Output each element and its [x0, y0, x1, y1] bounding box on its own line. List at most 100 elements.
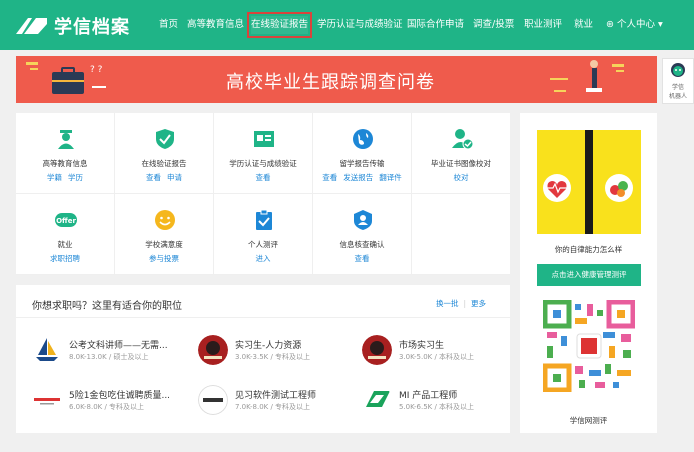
job-card[interactable]: 实习生-人力资源 3.0K-3.5K / 专科及以上	[198, 335, 362, 369]
service-link[interactable]: 学籍	[47, 173, 62, 182]
job-meta: 7.0K-8.0K / 专科及以上	[235, 403, 311, 411]
service-link[interactable]: 发送报告	[343, 173, 373, 182]
svg-text:? ?: ? ?	[90, 65, 103, 75]
job-meta: 8.0K-13.0K / 硕士及以上	[69, 353, 149, 361]
nav-degree-certification[interactable]: 学历认证与成绩验证	[317, 16, 403, 34]
nav-employment[interactable]: 就业	[574, 16, 593, 34]
chevron-down-icon: ▾	[658, 19, 663, 30]
globe-icon	[353, 129, 373, 149]
nav-online-verification-report[interactable]: 在线验证报告	[246, 12, 313, 38]
job-title: 见习软件测试工程师	[235, 391, 317, 401]
service-link[interactable]: 翻译件	[379, 173, 402, 182]
health-assessment-button[interactable]: 点击进入健康管理测评	[537, 264, 641, 286]
service-school-satisfaction[interactable]: 学校满意度 参与投票	[115, 194, 214, 275]
job-title: 实习生-人力资源	[235, 341, 302, 351]
service-link[interactable]: 申请	[167, 173, 182, 182]
nav-higher-education-info[interactable]: 高等教育信息	[187, 16, 244, 34]
nav-home[interactable]: 首页	[159, 16, 178, 34]
job-meta: 5.0K-6.5K / 本科及以上	[399, 403, 475, 411]
company-wordmark-logo-icon	[32, 385, 62, 415]
service-link[interactable]: 查看	[256, 173, 271, 182]
logo-icon	[16, 18, 47, 34]
service-link[interactable]: 查看	[355, 254, 370, 263]
graduate-icon	[58, 130, 74, 149]
nav-survey-vote[interactable]: 调查/投票	[473, 16, 514, 34]
nav-international-cooperation[interactable]: 国际合作申请	[407, 16, 464, 34]
service-degree-certification[interactable]: 学历认证与成绩验证 查看	[214, 113, 313, 194]
id-card-icon	[254, 131, 274, 147]
green-wedge-logo-icon	[362, 385, 392, 415]
service-link[interactable]: 参与投票	[149, 254, 179, 263]
svg-text:Offer: Offer	[56, 217, 76, 225]
red-crest-logo-icon	[198, 335, 228, 365]
service-info-verification[interactable]: 信息核查确认 查看	[313, 194, 412, 275]
jobs-panel: 你想求职吗？这里有适合你的职位 换一批 | 更多 公考文科讲师——无需... 8.0…	[16, 285, 510, 433]
nav-career-assessment[interactable]: 职业测评	[524, 16, 562, 34]
user-center-label: 个人中心	[617, 19, 656, 30]
sailboat-logo-icon	[32, 335, 62, 365]
user-icon: ⊛	[606, 19, 614, 30]
smiley-icon	[155, 210, 175, 230]
shield-check-icon	[156, 129, 174, 149]
clipboard-check-icon	[256, 209, 272, 230]
service-title: 个人测评	[248, 240, 278, 249]
service-link[interactable]: 查看	[146, 173, 161, 182]
divider	[16, 317, 510, 318]
service-study-abroad-report[interactable]: 留学报告传输 查看 发送报告 翻译件	[313, 113, 412, 194]
site-logo[interactable]: 学信档案	[14, 13, 130, 39]
qr-caption: 学信网测评	[569, 416, 608, 425]
job-card[interactable]: MI 产品工程师 5.0K-6.5K / 本科及以上	[362, 385, 526, 419]
job-meta: 3.0K-5.0K / 本科及以上	[399, 353, 475, 361]
service-online-verification[interactable]: 在线验证报告 查看 申请	[115, 113, 214, 194]
user-center-menu[interactable]: ⊛ 个人中心 ▾	[606, 16, 663, 34]
offer-icon: Offer	[55, 213, 77, 227]
jobs-title: 你想求职吗？这里有适合你的职位	[32, 301, 182, 312]
job-title: 市场实习生	[399, 341, 445, 351]
service-title: 学校满意度	[145, 240, 183, 249]
job-title: 5险1金包吃住诚聘质量...	[69, 391, 171, 401]
service-link[interactable]: 进入	[256, 254, 271, 263]
service-link[interactable]: 求职招聘	[50, 254, 80, 263]
more-jobs-link[interactable]: 更多	[471, 299, 486, 308]
qr-code-icon	[543, 300, 635, 392]
service-personal-assessment[interactable]: 个人测评 进入	[214, 194, 313, 275]
services-panel: 高等教育信息 学籍 学历 在线验证报告 查看 申请 学历认证与成绩验证 查看 留学报…	[16, 113, 510, 275]
service-empty-slot	[412, 194, 510, 275]
service-certificate-image-check[interactable]: 毕业证书图像校对 校对	[412, 113, 510, 194]
top-navigation-bar: 学信档案 首页 高等教育信息 在线验证报告 学历认证与成绩验证 国际合作申请 调…	[0, 0, 694, 50]
robot-label-line1: 学信	[671, 84, 684, 91]
service-employment[interactable]: Offer 就业 求职招聘	[16, 194, 115, 275]
logo-text: 学信档案	[54, 17, 130, 38]
service-link[interactable]: 校对	[454, 173, 469, 182]
job-meta: 6.0K-8.0K / 专科及以上	[69, 403, 145, 411]
refresh-jobs-link[interactable]: 换一批	[436, 299, 459, 308]
service-title: 在线验证报告	[141, 159, 187, 168]
banner-title: 高校毕业生跟踪调查问卷	[226, 72, 435, 93]
service-title: 学历认证与成绩验证	[229, 159, 297, 168]
job-card[interactable]: 5险1金包吃住诚聘质量... 6.0K-8.0K / 专科及以上	[32, 385, 196, 419]
company-wordmark-logo-icon	[198, 385, 228, 415]
service-link[interactable]: 学历	[68, 173, 83, 182]
badge-icon	[354, 210, 372, 230]
survey-banner[interactable]: ? ? 高校毕业生跟踪调查问卷	[16, 56, 657, 103]
job-card[interactable]: 公考文科讲师——无需... 8.0K-13.0K / 硕士及以上	[32, 335, 196, 369]
red-crest-logo-icon	[362, 335, 392, 365]
assistant-robot-widget[interactable]: 学信 机器人	[662, 58, 694, 104]
service-title: 高等教育信息	[42, 159, 88, 168]
user-check-icon	[452, 129, 473, 150]
robot-label-line2: 机器人	[668, 93, 687, 100]
job-title: 公考文科讲师——无需...	[69, 341, 168, 351]
health-assessment-ad-image[interactable]	[537, 130, 641, 234]
service-title: 留学报告传输	[339, 159, 385, 168]
service-title: 信息核查确认	[339, 240, 385, 249]
job-meta: 3.0K-3.5K / 专科及以上	[235, 353, 311, 361]
job-card[interactable]: 市场实习生 3.0K-5.0K / 本科及以上	[362, 335, 526, 369]
service-higher-education-info[interactable]: 高等教育信息 学籍 学历	[16, 113, 115, 194]
job-card[interactable]: 见习软件测试工程师 7.0K-8.0K / 专科及以上	[198, 385, 362, 419]
job-title: MI 产品工程师	[399, 391, 458, 401]
service-link[interactable]: 查看	[322, 173, 337, 182]
ad-panel: 你的自律能力怎么样 点击进入健康管理测评 学信网测评	[520, 113, 657, 433]
divider: |	[463, 299, 467, 308]
service-title: 毕业证书图像校对	[431, 159, 491, 168]
ad-illustration	[543, 130, 633, 234]
